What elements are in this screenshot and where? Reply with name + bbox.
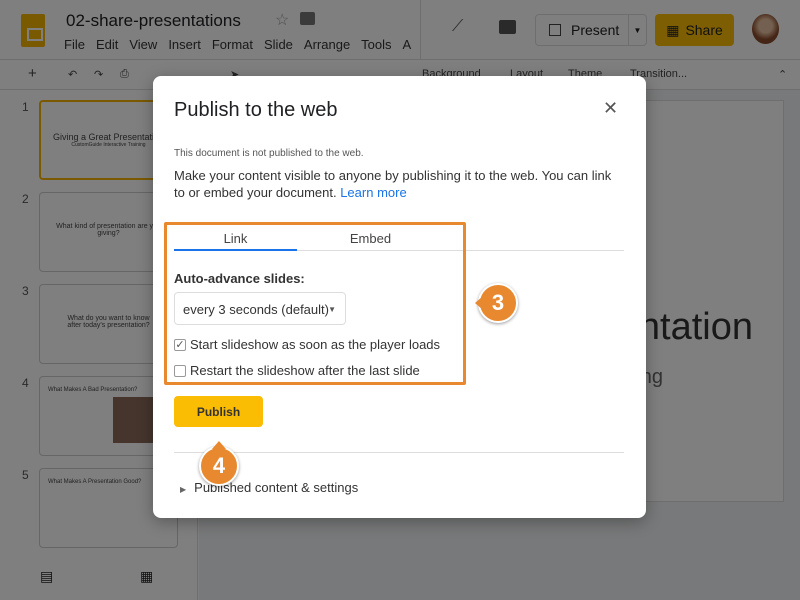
close-icon[interactable]: ✕ <box>603 98 618 119</box>
publish-status: This document is not published to the we… <box>174 148 364 159</box>
publish-button[interactable]: Publish <box>174 396 263 427</box>
dialog-title: Publish to the web <box>174 99 338 121</box>
divider <box>174 452 624 453</box>
step-callout-4: 4 <box>199 441 239 486</box>
caret-right-icon: ▶ <box>180 485 187 494</box>
learn-more-link[interactable]: Learn more <box>340 185 406 200</box>
highlight-box <box>164 222 466 385</box>
dialog-description: Make your content visible to anyone by p… <box>174 167 624 201</box>
step-callout-3: 3 <box>475 283 518 323</box>
